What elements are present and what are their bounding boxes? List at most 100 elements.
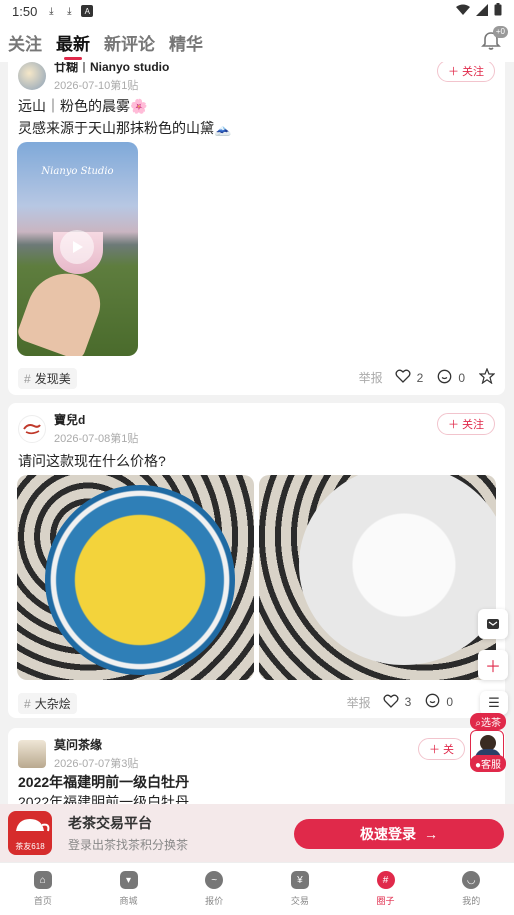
nav-label: 首页: [33, 896, 52, 906]
topic-tag[interactable]: # 发现美: [18, 368, 77, 389]
logo-text: 茶友618: [15, 842, 45, 851]
follow-label: 关: [443, 744, 454, 756]
shopping-bag-icon: ▾: [119, 871, 138, 889]
post-title: 2022年福建明前一级白牡丹: [18, 774, 190, 790]
signal-icon: [476, 3, 488, 19]
avatar[interactable]: [18, 62, 46, 90]
nav-home[interactable]: ⌂ 首页: [0, 863, 86, 915]
post-feed[interactable]: 廿糊｜Nianyo studio 2026-07-10第1贴 ＋ 关注 远山｜粉…: [0, 62, 514, 804]
hashtag-icon: #: [376, 871, 395, 889]
nav-label: 报价: [205, 896, 224, 906]
post-text-line: 远山｜粉色的晨雾🌸: [18, 98, 148, 114]
topic-tag[interactable]: # 大杂烩: [18, 693, 77, 714]
comment-count: 0: [458, 370, 465, 385]
bottom-nav-bar: ⌂ 首页 ▾ 商城 ~ 报价 ¥ 交易 # 圈子 ◡ 我的: [0, 862, 514, 915]
play-icon[interactable]: [60, 230, 94, 264]
nav-circle[interactable]: # 圈子: [343, 863, 429, 915]
top-tab-bar: 关注 最新 新评论 精华 +0: [0, 22, 514, 62]
report-link[interactable]: 举报: [359, 369, 383, 386]
service-label: 客服: [481, 760, 501, 771]
notification-badge: +0: [492, 26, 508, 38]
quick-login-button[interactable]: 极速登录 →: [294, 819, 504, 849]
like-count: 3: [404, 695, 412, 709]
hand-shape: [17, 262, 109, 356]
like-count: 2: [416, 370, 424, 385]
nav-mall[interactable]: ▾ 商城: [86, 863, 172, 915]
post-text-line: 灵感来源于天山那抹粉色的山黛🗻: [18, 120, 232, 136]
customer-service-button[interactable]: ●客服: [469, 755, 506, 772]
promo-title: 老茶交易平台: [68, 815, 152, 831]
trend-chart-icon: ~: [205, 871, 224, 889]
post-card[interactable]: 莫问茶缘 2026-07-07第3贴 ＋ 关 2022年福建明前一级白牡丹 20…: [8, 728, 505, 804]
post-subtitle: 2022年福建明前一级白牡丹: [18, 794, 190, 804]
battery-icon: [494, 3, 502, 19]
plus-icon: ＋: [484, 659, 501, 676]
pick-tea-label: 选茶: [481, 718, 501, 729]
post-author[interactable]: 莫问茶缘: [54, 736, 138, 753]
smile-icon: ◡: [462, 871, 481, 889]
avatar[interactable]: [18, 414, 46, 443]
comment-icon[interactable]: [437, 369, 452, 387]
app-notification-icon: A: [81, 5, 94, 17]
download-icon: ⤓: [67, 5, 72, 17]
post-meta: 2026-07-07第3贴: [54, 758, 139, 770]
tab-following[interactable]: 关注: [8, 30, 42, 55]
new-post-button[interactable]: ＋: [478, 650, 508, 680]
avatar[interactable]: [18, 739, 46, 768]
message-float-button[interactable]: [478, 609, 508, 639]
post-card[interactable]: 寶兒d 2026-07-08第1贴 ＋ 关注 请问这款现在什么价格? # 大杂烩 …: [8, 403, 505, 718]
like-icon[interactable]: [395, 369, 411, 386]
post-video-thumbnail[interactable]: Nianyo Studio: [17, 142, 138, 356]
post-image[interactable]: [17, 475, 254, 680]
status-time: 1:50: [12, 3, 38, 19]
message-icon: [487, 619, 499, 629]
pick-tea-button[interactable]: ⌕选茶: [470, 713, 506, 730]
comment-icon[interactable]: [425, 693, 440, 711]
nav-label: 圈子: [376, 896, 395, 906]
login-promo-banner: 茶友618 老茶交易平台 登录出茶找茶积分换茶 极速登录 →: [0, 804, 514, 862]
post-text-line: 请问这款现在什么价格?: [18, 453, 166, 469]
ticket-icon: ¥: [290, 871, 309, 889]
follow-button[interactable]: ＋ 关: [417, 738, 465, 760]
login-label: 极速登录: [360, 826, 416, 842]
nav-label: 我的: [462, 896, 481, 906]
arrow-right-icon: →: [424, 826, 438, 842]
download-icon: ⤓: [49, 5, 54, 17]
notification-bell-button[interactable]: +0: [480, 26, 508, 54]
post-meta: 2026-07-10第1贴: [54, 80, 139, 92]
status-bar: 1:50 ⤓ ⤓ A: [0, 0, 514, 22]
report-link[interactable]: 举报: [347, 694, 371, 711]
post-card[interactable]: 廿糊｜Nianyo studio 2026-07-10第1贴 ＋ 关注 远山｜粉…: [8, 62, 505, 395]
follow-label: 关注: [462, 66, 484, 78]
topic-tag-label: 大杂烩: [34, 697, 71, 711]
post-image[interactable]: [259, 475, 496, 680]
list-icon: ☰: [488, 695, 500, 710]
app-logo: 茶友618: [8, 811, 52, 855]
wifi-icon: [456, 4, 470, 19]
tea-cake-wrapper: [45, 485, 235, 675]
post-meta: 2026-07-08第1贴: [54, 433, 139, 445]
nav-label: 商城: [119, 896, 138, 906]
promo-subtitle: 登录出茶找茶积分换茶: [68, 838, 189, 852]
like-icon[interactable]: [383, 694, 399, 711]
nav-quotes[interactable]: ~ 报价: [171, 863, 257, 915]
tea-cake-back: [299, 475, 496, 665]
nav-label: 交易: [290, 896, 309, 906]
follow-button[interactable]: ＋ 关注: [436, 62, 495, 82]
image-watermark: Nianyo Studio: [41, 166, 114, 177]
star-icon[interactable]: [478, 367, 496, 387]
tab-featured[interactable]: 精华: [169, 30, 203, 55]
topic-tag-label: 发现美: [34, 372, 71, 386]
tab-latest[interactable]: 最新: [56, 30, 90, 55]
nav-me[interactable]: ◡ 我的: [428, 863, 514, 915]
tab-new-comments[interactable]: 新评论: [104, 30, 155, 55]
follow-label: 关注: [462, 419, 484, 431]
home-icon: ⌂: [33, 871, 52, 889]
nav-trade[interactable]: ¥ 交易: [257, 863, 343, 915]
follow-button[interactable]: ＋ 关注: [436, 413, 495, 435]
teapot-icon: [16, 819, 50, 832]
post-author[interactable]: 廿糊｜Nianyo studio: [54, 62, 169, 75]
post-author[interactable]: 寶兒d: [54, 411, 138, 428]
menu-float-button[interactable]: ☰: [480, 691, 508, 715]
comment-count: 0: [446, 695, 453, 709]
